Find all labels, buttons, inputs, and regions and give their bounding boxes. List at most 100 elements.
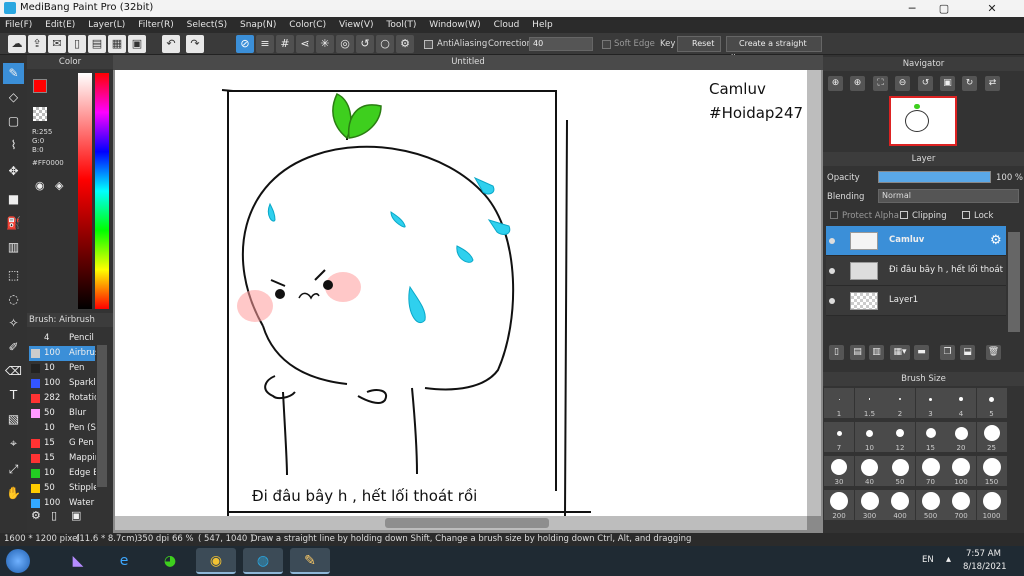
navigator-preview[interactable] xyxy=(889,96,957,146)
brush-menu-icon[interactable]: ▣ xyxy=(71,509,86,524)
rotate-left-icon[interactable]: ↺ xyxy=(918,76,933,91)
brush-size-option[interactable]: 300 xyxy=(854,490,885,520)
layer-row[interactable]: Layer1 xyxy=(826,286,1006,316)
new-folder-icon[interactable]: ▬ xyxy=(914,345,929,360)
menu-snap[interactable]: Snap(N) xyxy=(235,17,281,33)
reset-button[interactable]: Reset xyxy=(677,36,721,52)
scale-tool-icon[interactable]: ⤢ xyxy=(3,459,24,480)
rotate-right-icon[interactable]: ↻ xyxy=(962,76,977,91)
chrome-icon[interactable]: ◉ xyxy=(196,548,236,574)
fill-rect-tool-icon[interactable]: ■ xyxy=(3,189,24,210)
horizontal-scrollbar[interactable] xyxy=(115,516,807,530)
curve-snap-icon[interactable]: ↺ xyxy=(356,35,374,53)
brush-item[interactable]: 100 Water xyxy=(29,496,95,511)
language-indicator[interactable]: EN xyxy=(922,555,934,565)
brush-size-option[interactable]: 25 xyxy=(976,422,1007,452)
add-brush-icon[interactable]: ▯ xyxy=(51,509,66,524)
eraser-tool-icon[interactable]: ◇ xyxy=(3,87,24,108)
materials-icon[interactable]: ▦ xyxy=(108,35,126,53)
brush-item[interactable]: 10 Edge B xyxy=(29,466,96,481)
brush-item[interactable]: 15 Mapping xyxy=(29,451,96,466)
eyedropper-tool-icon[interactable]: ⌖ xyxy=(3,433,24,454)
volume-icon[interactable]: ▴ xyxy=(946,554,951,565)
hue-slider[interactable] xyxy=(95,73,109,309)
layer-settings-icon[interactable]: ⚙ xyxy=(990,233,1002,248)
brush-size-option[interactable]: 1000 xyxy=(976,490,1007,520)
grid-snap-icon[interactable]: # xyxy=(276,35,294,53)
magic-wand-tool-icon[interactable]: ✧ xyxy=(3,313,24,334)
select-pen-tool-icon[interactable]: ✐ xyxy=(3,337,24,358)
paint-icon[interactable]: ✎ xyxy=(290,548,330,574)
new-halftone-layer-icon[interactable]: ▤ xyxy=(850,345,865,360)
menu-edit[interactable]: Edit(E) xyxy=(40,17,80,33)
brush-size-option[interactable]: 200 xyxy=(824,490,854,520)
duplicate-layer-icon[interactable]: ❐ xyxy=(940,345,955,360)
coccoc-browser-icon[interactable]: ◕ xyxy=(150,548,190,574)
hand-tool-icon[interactable]: ✋ xyxy=(3,483,24,504)
new-layer-menu-icon[interactable]: ▦▾ xyxy=(890,345,910,360)
actual-size-icon[interactable]: ▣ xyxy=(940,76,955,91)
brush-item[interactable]: 100 Airbrush xyxy=(29,346,96,361)
palette-icon[interactable]: ◉ xyxy=(35,179,50,194)
share-icon[interactable]: ⇪ xyxy=(28,35,46,53)
visibility-icon[interactable] xyxy=(829,298,835,304)
new-8bit-layer-icon[interactable]: ▥ xyxy=(869,345,884,360)
menu-cloud[interactable]: Cloud xyxy=(489,17,525,33)
ring-snap-icon[interactable]: ○ xyxy=(376,35,394,53)
document-tab[interactable]: Untitled xyxy=(113,55,823,70)
brush-item[interactable]: 4 Pencil xyxy=(29,331,95,346)
vanishing-snap-icon[interactable]: ⋖ xyxy=(296,35,314,53)
brush-size-option[interactable]: 40 xyxy=(854,456,885,486)
text-tool-icon[interactable]: T xyxy=(3,385,24,406)
soft-edge-checkbox[interactable] xyxy=(602,40,611,49)
brush-size-option[interactable]: 100 xyxy=(946,456,976,486)
radial-snap-icon[interactable]: ✳ xyxy=(316,35,334,53)
brush-size-option[interactable]: 10 xyxy=(854,422,885,452)
brush-size-option[interactable]: 1 xyxy=(824,388,854,418)
brush-size-option[interactable]: 400 xyxy=(885,490,915,520)
zoom-out-icon[interactable]: ⊖ xyxy=(895,76,910,91)
antialiasing-checkbox[interactable] xyxy=(424,40,433,49)
menu-window[interactable]: Window(W) xyxy=(424,17,485,33)
dot-tool-icon[interactable]: ▢ xyxy=(3,111,24,132)
new-file-icon[interactable]: ▯ xyxy=(68,35,86,53)
menu-color[interactable]: Color(C) xyxy=(284,17,331,33)
flip-icon[interactable]: ⇄ xyxy=(985,76,1000,91)
fit-icon[interactable]: ⛶ xyxy=(873,76,888,91)
brush-item[interactable]: 282 Rotation xyxy=(29,391,96,406)
maximize-button[interactable]: ▢ xyxy=(928,0,960,17)
brush-size-option[interactable]: 3 xyxy=(915,388,946,418)
brush-size-option[interactable]: 7 xyxy=(824,422,854,452)
save-icon[interactable]: ▤ xyxy=(88,35,106,53)
menu-file[interactable]: File(F) xyxy=(0,17,37,33)
internet-explorer-icon[interactable]: e xyxy=(104,548,144,574)
brush-tool-icon[interactable]: ✎ xyxy=(3,63,24,84)
menu-filter[interactable]: Filter(R) xyxy=(133,17,179,33)
start-button[interactable] xyxy=(6,549,30,573)
brush-size-option[interactable]: 4 xyxy=(946,388,976,418)
brush-size-option[interactable]: 50 xyxy=(885,456,915,486)
select-eraser-tool-icon[interactable]: ⌫ xyxy=(3,361,24,382)
vertical-scrollbar[interactable] xyxy=(807,70,821,516)
undo-icon[interactable]: ↶ xyxy=(162,35,180,53)
visibility-icon[interactable] xyxy=(829,268,835,274)
brush-list-scrollbar[interactable] xyxy=(97,345,107,487)
blur-tool-icon[interactable]: ⌇ xyxy=(3,135,24,156)
lasso-tool-icon[interactable]: ◌ xyxy=(3,289,24,310)
parallel-snap-icon[interactable]: ≡ xyxy=(256,35,274,53)
brush-size-option[interactable]: 500 xyxy=(915,490,946,520)
menu-select[interactable]: Select(S) xyxy=(182,17,233,33)
opacity-slider[interactable] xyxy=(878,171,991,183)
clock-date[interactable]: 8/18/2021 xyxy=(963,562,1007,572)
brush-size-option[interactable]: 20 xyxy=(946,422,976,452)
comment-icon[interactable]: ✉ xyxy=(48,35,66,53)
bucket-tool-icon[interactable]: ⛽ xyxy=(3,213,24,234)
redo-icon[interactable]: ↷ xyxy=(186,35,204,53)
palette-settings-icon[interactable]: ◈ xyxy=(55,179,70,194)
brush-item[interactable]: 50 Blur xyxy=(29,406,95,421)
zoom-in-icon[interactable]: ⊕ xyxy=(828,76,843,91)
minimize-button[interactable]: ─ xyxy=(896,0,928,17)
menu-view[interactable]: View(V) xyxy=(334,17,379,33)
horizontal-scroll-thumb[interactable] xyxy=(385,518,549,528)
brush-size-option[interactable]: 1.5 xyxy=(854,388,885,418)
